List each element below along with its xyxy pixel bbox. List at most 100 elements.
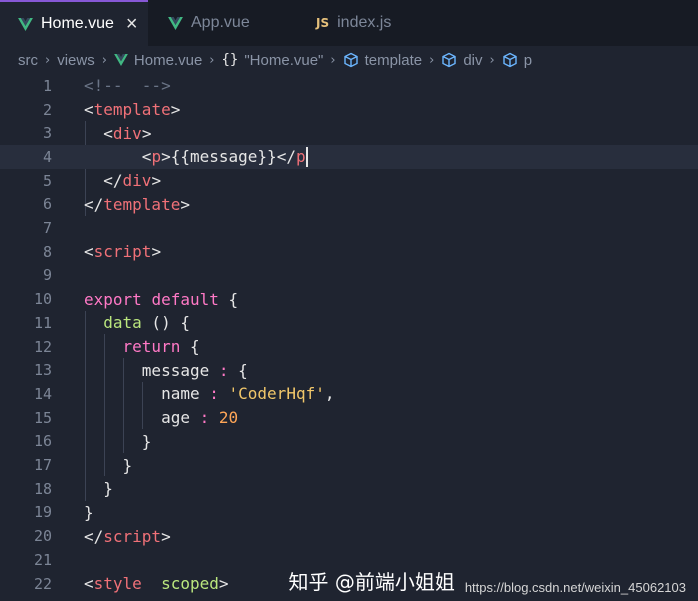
code-text: } [84,479,113,499]
breadcrumb-template-label: template [364,51,423,69]
code-line: 11 data () { [0,311,698,335]
tab-index-js[interactable]: JS index.js [298,0,448,46]
breadcrumb-p[interactable]: p [502,52,532,69]
chevron-right-icon: › [209,52,215,68]
breadcrumb-file[interactable]: Home.vue [114,52,202,69]
line-number: 11 [33,313,52,332]
tab-app-vue[interactable]: App.vue [148,0,298,46]
code-line: 18 } [0,477,698,501]
watermark-zhihu: 知乎 @前端小姐姐 [288,570,455,594]
code-text: </div> [103,171,162,191]
js-icon: JS [316,16,330,30]
breadcrumb-template[interactable]: template [343,51,423,69]
line-number: 2 [42,100,52,119]
chevron-right-icon: › [330,52,336,68]
code-text: <!-- --> [84,76,171,96]
code-line: 7 [0,216,698,240]
vue-icon [168,16,183,30]
chevron-right-icon: › [429,52,435,68]
line-number: 12 [33,337,52,356]
code-text: export default { [84,289,239,309]
code-editor[interactable]: 1 <!-- --> 2 <template> 3 <div> 4 <p>{{m… [0,74,698,601]
code-line: 3 <div> [0,121,698,145]
line-number: 16 [33,432,52,451]
cube-icon [441,52,457,68]
code-text: </template> [84,194,190,214]
tab-home-vue[interactable]: Home.vue × [0,0,148,46]
watermark-url: https://blog.csdn.net/weixin_45062103 [464,580,686,595]
tab-label: Home.vue [41,15,114,32]
breadcrumb-component-label: "Home.vue" [244,51,324,69]
code-text: </script> [84,526,171,546]
code-line: 12 return { [0,335,698,359]
vue-icon [18,17,33,31]
code-line-current: 4 <p>{{message}}</p [0,145,698,169]
code-text: <script> [84,242,162,262]
breadcrumb-p-label: p [523,51,533,69]
code-line: 8 <script> [0,240,698,264]
breadcrumb-file-label: Home.vue [133,51,203,69]
chevron-right-icon: › [45,52,51,68]
code-line: 5 </div> [0,169,698,193]
line-number: 9 [42,266,52,285]
breadcrumb-div[interactable]: div [441,51,483,69]
line-number: 22 [33,574,52,593]
code-line: 17 } [0,453,698,477]
line-number: 4 [42,147,52,166]
tab-label: App.vue [191,14,250,31]
chevron-right-icon: › [489,52,495,68]
line-number: 18 [33,479,52,498]
code-text: <style scoped> [84,574,229,594]
code-text: return { [122,337,200,357]
code-text: <p>{{message}}</p [141,146,308,168]
code-line: 6 </template> [0,193,698,217]
breadcrumb-views[interactable]: views [57,52,95,69]
cube-icon [502,52,518,68]
breadcrumb-component[interactable]: {} "Home.vue" [222,52,324,69]
tab-label: index.js [337,14,392,31]
breadcrumb: src › views › Home.vue › {} "Home.vue" ›… [0,46,698,74]
line-number: 1 [42,76,52,95]
line-number: 10 [33,290,52,309]
line-number: 3 [42,124,52,143]
braces-icon: {} [221,52,239,68]
code-line: 1 <!-- --> [0,74,698,98]
cube-icon [343,52,359,68]
code-line: 14 name : 'CoderHqf', [0,382,698,406]
code-text: data () { [103,313,190,333]
line-number: 20 [33,527,52,546]
code-line: 20 </script> [0,524,698,548]
text-cursor [305,147,308,168]
breadcrumb-div-label: div [463,51,483,69]
code-line: 9 [0,264,698,288]
line-number: 7 [42,219,52,238]
line-number: 17 [33,456,52,475]
code-line: 15 age : 20 [0,406,698,430]
tab-bar: Home.vue × App.vue JS index.js [0,0,698,46]
vue-icon [114,54,128,66]
line-number: 21 [33,550,52,569]
chevron-right-icon: › [101,52,107,68]
code-text: } [84,502,94,522]
code-text: <div> [103,123,152,143]
code-text: } [84,431,152,451]
close-icon[interactable]: × [126,14,138,34]
line-number: 13 [33,361,52,380]
line-number: 14 [33,384,52,403]
code-line: 13 message : { [0,358,698,382]
line-number: 6 [42,195,52,214]
line-number: 8 [42,242,52,261]
code-text: age : 20 [84,408,239,428]
code-line: 10 export default { [0,287,698,311]
breadcrumb-src[interactable]: src [18,52,38,69]
code-text: } [84,455,133,475]
watermark: 知乎 @前端小姐姐 https://blog.csdn.net/weixin_4… [288,566,686,595]
code-line: 16 } [0,430,698,454]
code-line: 2 <template> [0,98,698,122]
code-text: name : 'CoderHqf', [84,384,335,404]
line-number: 5 [42,171,52,190]
code-text: <template> [84,100,181,120]
code-line: 19 } [0,501,698,525]
code-text: message : { [84,360,248,380]
line-number: 15 [33,408,52,427]
